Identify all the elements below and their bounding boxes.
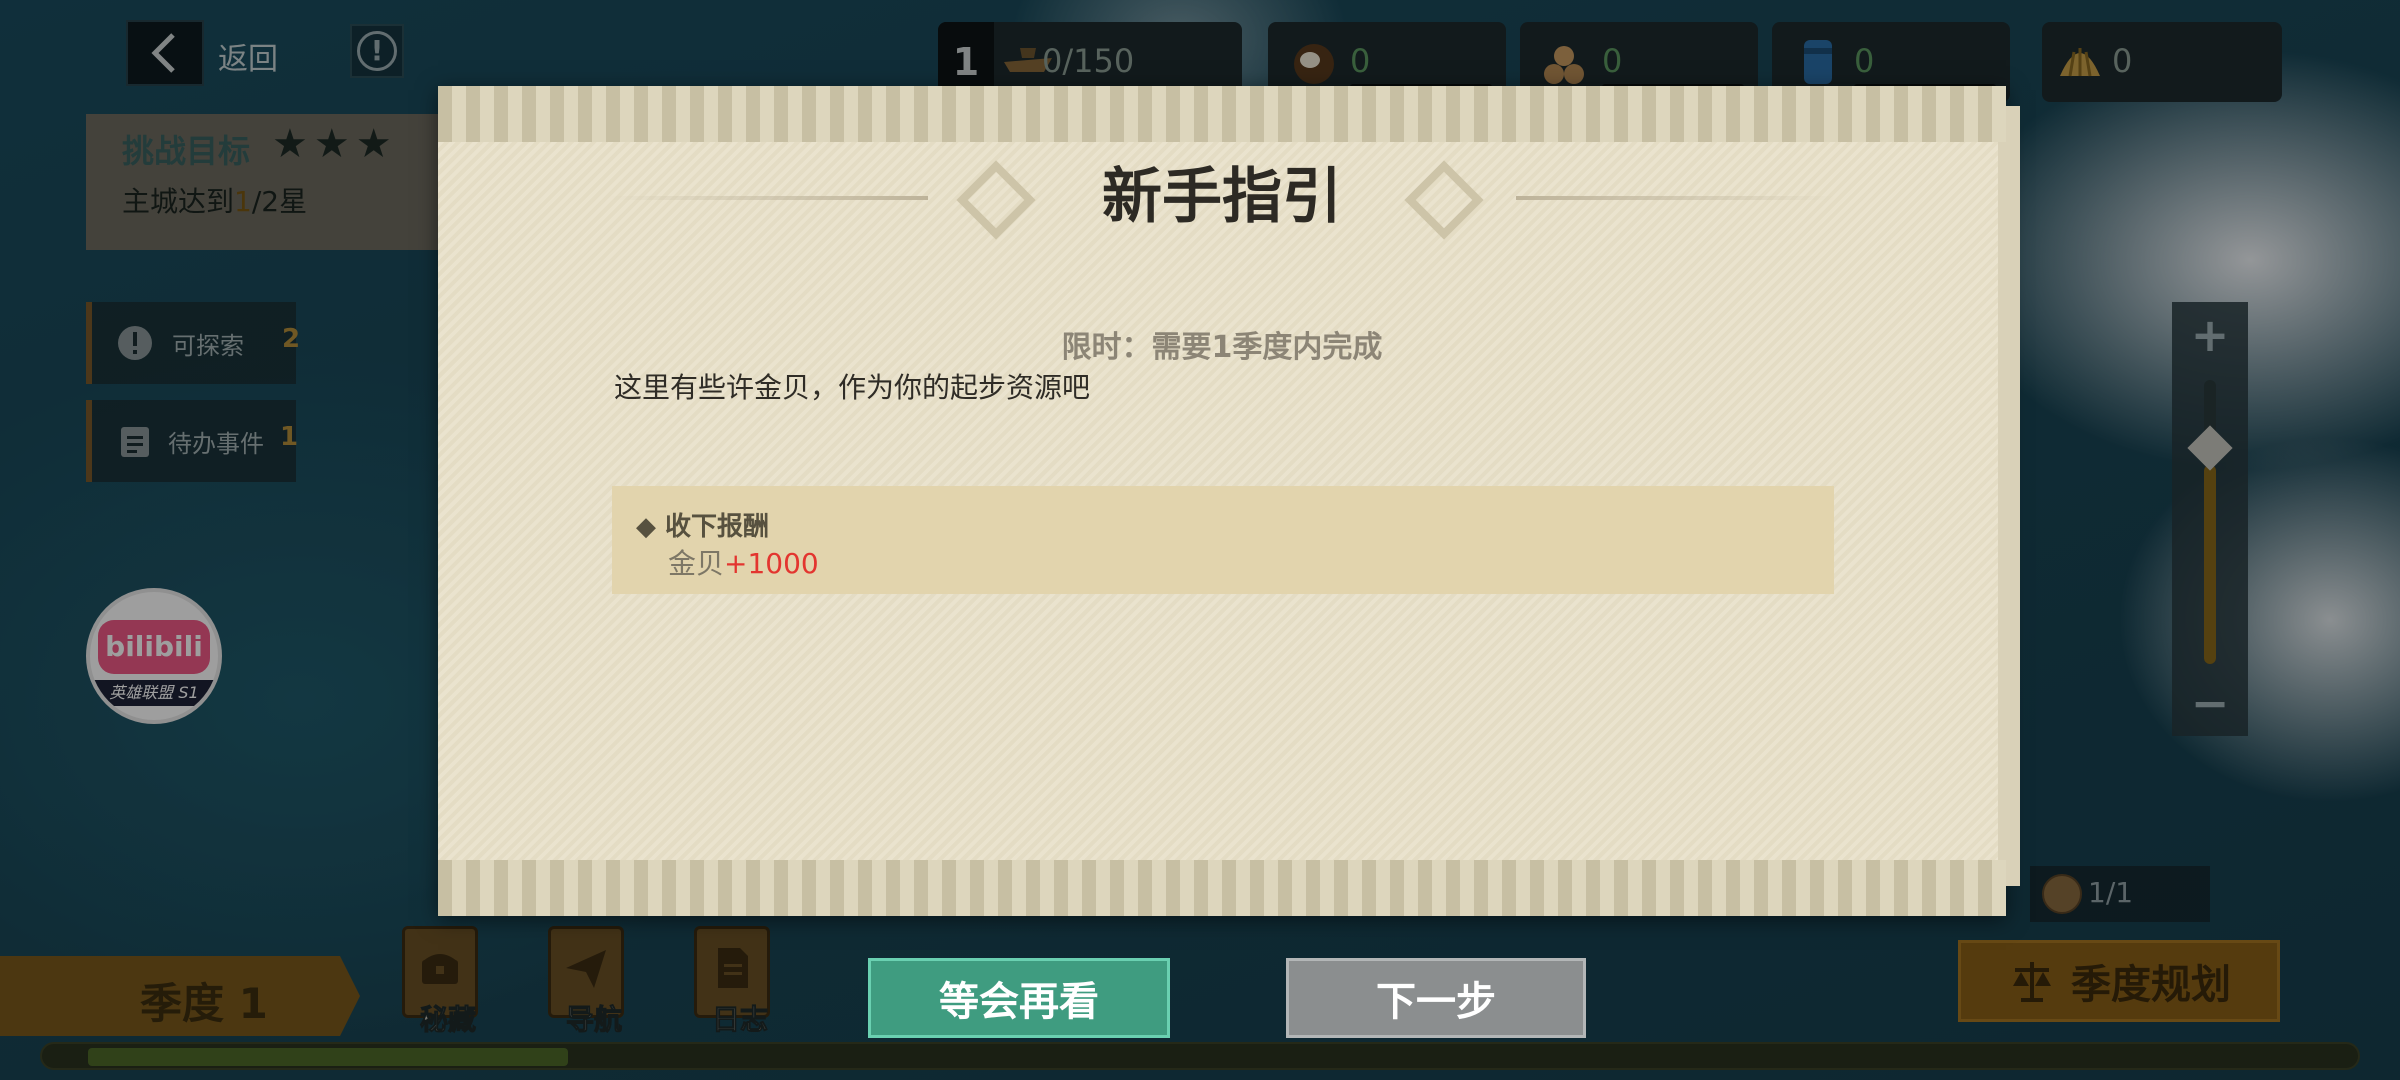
reward-box: ◆ 收下报酬 金贝+1000 xyxy=(612,486,1834,594)
time-limit-text: 限时：需要1季度内完成 xyxy=(1061,330,1383,365)
dialog-title: 新手指引 xyxy=(1102,162,1342,232)
reward-amount: +1000 xyxy=(724,547,819,580)
reward-heading: ◆ 收下报酬 xyxy=(636,512,770,542)
dialog-description: 这里有些许金贝，作为你的起步资源吧 xyxy=(614,371,1091,404)
ornament-border-bottom xyxy=(438,860,2006,916)
reward-item: 金贝+1000 xyxy=(668,547,819,580)
tutorial-dialog: 新手指引 限时：需要1季度内完成 这里有些许金贝，作为你的起步资源吧 ◆ 收下报… xyxy=(438,86,2020,916)
ornament-border-top xyxy=(438,86,2006,142)
later-button[interactable]: 等会再看 xyxy=(868,958,1170,1038)
next-step-button[interactable]: 下一步 xyxy=(1286,958,1586,1038)
